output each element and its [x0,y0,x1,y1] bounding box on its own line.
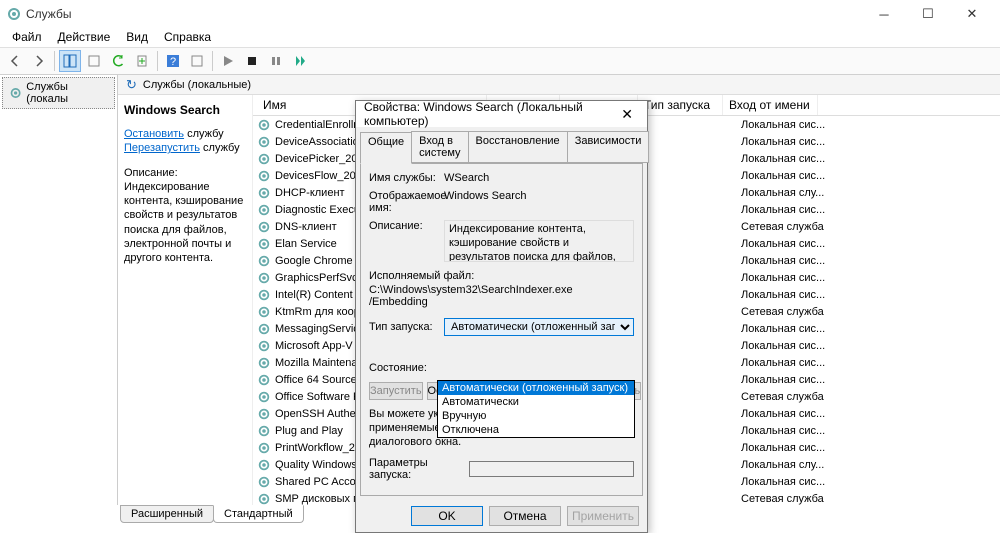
svg-text:?: ? [170,56,176,68]
gear-icon [257,339,271,353]
tree-root[interactable]: Службы (локалы [2,77,115,109]
properties-dialog: Свойства: Windows Search (Локальный комп… [355,100,648,533]
center-header-label: Службы (локальные) [143,79,251,91]
menubar: Файл Действие Вид Справка [0,28,1000,47]
gear-icon [257,441,271,455]
gear-icon [257,475,271,489]
gear-icon [257,118,271,132]
services-icon [6,6,22,22]
titlebar: Службы ─ ☐ ✕ [0,0,1000,28]
gear-icon [257,186,271,200]
close-button[interactable]: ✕ [950,0,994,28]
dialog-title: Свойства: Windows Search (Локальный комп… [364,100,615,128]
start-type-select[interactable]: Автоматически (отложенный запуск) [444,318,634,336]
gear-icon [257,407,271,421]
window-title: Службы [26,7,71,21]
nav-back-button[interactable] [4,50,26,72]
detail-service-name: Windows Search [124,103,220,117]
menu-file[interactable]: Файл [4,28,50,47]
start-type-label: Тип запуска: [369,321,444,333]
gear-icon [257,356,271,370]
dropdown-option[interactable]: Отключена [438,423,634,437]
btn-start[interactable]: Запустить [369,382,423,400]
start-button[interactable] [217,50,239,72]
properties-button[interactable] [83,50,105,72]
svc-name-value: WSearch [444,172,634,184]
gear-icon [257,237,271,251]
gear-icon [257,271,271,285]
dropdown-option[interactable]: Автоматически [438,395,634,409]
exe-label: Исполняемый файл: [369,270,634,282]
exe-value: C:\Windows\system32\SearchIndexer.exe /E… [369,284,634,308]
apply-button[interactable]: Применить [567,506,639,526]
gear-icon [257,135,271,149]
status-label: Состояние: [369,362,444,374]
gear-icon [257,152,271,166]
disp-name-label: Отображаемое имя: [369,190,444,214]
tab-recovery[interactable]: Восстановление [468,131,568,163]
stop-button[interactable] [241,50,263,72]
maximize-button[interactable]: ☐ [906,0,950,28]
dialog-tabs: Общие Вход в систему Восстановление Зави… [356,127,647,163]
help-button[interactable]: ? [162,50,184,72]
tab-standard[interactable]: Стандартный [213,505,304,523]
col-logon[interactable]: Вход от имени [723,95,818,115]
view-tabs: Расширенный Стандартный [120,505,303,523]
cancel-button[interactable]: Отмена [489,506,561,526]
gear-icon [257,373,271,387]
gear-icon [257,203,271,217]
desc-value: Индексирование контента, кэширование сво… [444,220,634,262]
tab-general[interactable]: Общие [360,132,412,164]
disp-name-value: Windows Search [444,190,634,202]
minimize-button[interactable]: ─ [862,0,906,28]
gear-icon [257,458,271,472]
col-start[interactable]: Тип запуска [638,95,723,115]
center-header: ↻ Службы (локальные) [118,75,1000,95]
help2-button[interactable] [186,50,208,72]
gear-icon [257,305,271,319]
gear-icon [257,322,271,336]
gear-icon [257,492,271,506]
gear-icon [257,169,271,183]
tab-extended[interactable]: Расширенный [120,505,214,523]
nav-fwd-button[interactable] [28,50,50,72]
gear-icon [257,288,271,302]
restart-button[interactable] [289,50,311,72]
show-tree-button[interactable] [59,50,81,72]
params-label: Параметры запуска: [369,457,469,481]
restart-link[interactable]: Перезапустить [124,142,200,154]
export-button[interactable] [131,50,153,72]
params-input[interactable] [469,461,634,477]
pause-button[interactable] [265,50,287,72]
dropdown-option[interactable]: Вручную [438,409,634,423]
svc-name-label: Имя службы: [369,172,444,184]
gear-icon [257,390,271,404]
gear-icon [257,254,271,268]
start-type-dropdown[interactable]: Автоматически (отложенный запуск)Автомат… [437,380,635,438]
tree-root-label: Службы (локалы [26,81,108,105]
stop-link[interactable]: Остановить [124,128,184,140]
tab-deps[interactable]: Зависимости [567,131,650,163]
dropdown-option[interactable]: Автоматически (отложенный запуск) [438,381,634,395]
detail-panel: Windows Search Остановить службу Перезап… [118,75,253,505]
desc-label: Описание: [369,220,444,232]
detail-desc-label: Описание: [124,167,178,179]
detail-desc: Индексирование контента, кэширование сво… [124,181,243,264]
gear-icon [257,220,271,234]
tab-logon[interactable]: Вход в систему [411,131,468,163]
ok-button[interactable]: OK [411,506,483,526]
refresh-button[interactable] [107,50,129,72]
dialog-close-button[interactable]: ✕ [615,106,639,123]
tree-pane: Службы (локалы [0,75,118,505]
toolbar: ? [0,47,1000,75]
menu-action[interactable]: Действие [50,28,119,47]
menu-view[interactable]: Вид [118,28,156,47]
menu-help[interactable]: Справка [156,28,219,47]
dialog-titlebar[interactable]: Свойства: Windows Search (Локальный комп… [356,101,647,127]
reload-icon[interactable]: ↻ [126,77,137,93]
gear-icon [257,424,271,438]
